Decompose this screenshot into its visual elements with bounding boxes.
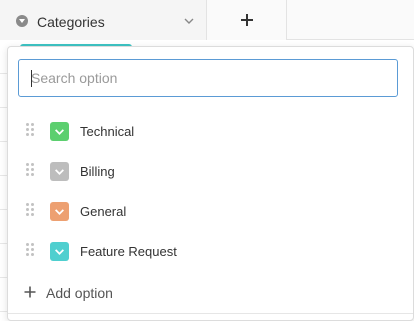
single-select-icon	[16, 15, 28, 27]
chevron-down-icon	[55, 129, 64, 135]
grid-view: Categories Search option Technical Billi…	[0, 0, 414, 321]
search-field[interactable]	[18, 59, 398, 97]
plus-icon	[240, 14, 253, 26]
option-item-general[interactable]: General	[8, 191, 413, 231]
option-label: Feature Request	[80, 244, 177, 259]
option-item-feature-request[interactable]: Feature Request	[8, 231, 413, 271]
drag-handle-icon[interactable]	[26, 123, 36, 139]
option-label: Billing	[80, 164, 115, 179]
chevron-down-icon	[55, 249, 64, 255]
drag-handle-icon[interactable]	[26, 163, 36, 179]
chevron-down-icon	[55, 169, 64, 175]
grid-header: Categories	[0, 0, 414, 40]
column-title: Categories	[37, 14, 105, 30]
add-column-button[interactable]	[207, 0, 287, 40]
drag-handle-icon[interactable]	[26, 203, 36, 219]
divider	[8, 313, 413, 314]
option-color-swatch	[50, 202, 69, 221]
option-item-billing[interactable]: Billing	[8, 151, 413, 191]
chevron-down-icon[interactable]	[184, 16, 194, 26]
option-item-technical[interactable]: Technical	[8, 111, 413, 151]
option-color-swatch	[50, 162, 69, 181]
chevron-down-icon	[55, 209, 64, 215]
drag-handle-icon[interactable]	[26, 243, 36, 259]
option-label: General	[80, 204, 127, 219]
option-label: Technical	[80, 124, 135, 139]
plus-icon	[24, 286, 36, 298]
option-color-swatch	[50, 242, 69, 261]
column-header-categories[interactable]: Categories	[0, 0, 207, 40]
option-dropdown: Technical Billing	[7, 46, 414, 321]
add-option-button[interactable]: Add option	[8, 276, 413, 310]
add-option-label: Add option	[46, 285, 113, 301]
search-input[interactable]	[19, 60, 397, 96]
option-color-swatch	[50, 122, 69, 141]
text-cursor	[31, 70, 32, 87]
